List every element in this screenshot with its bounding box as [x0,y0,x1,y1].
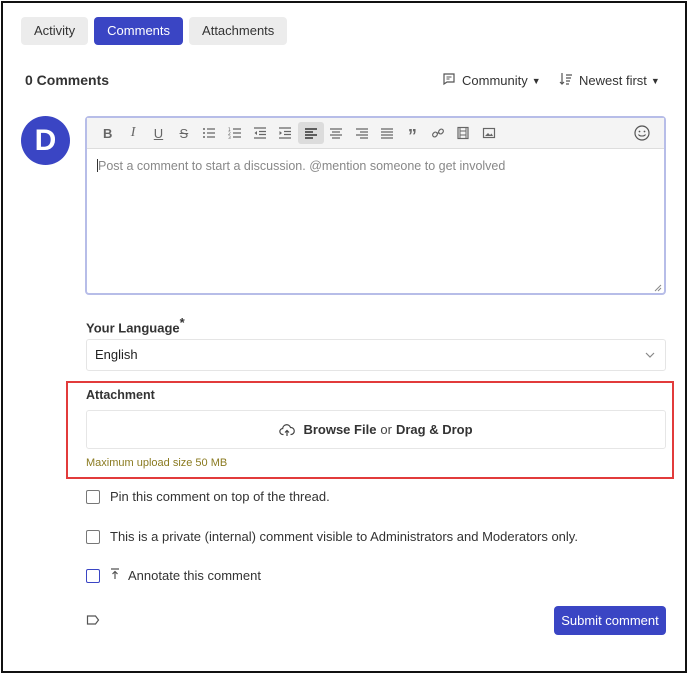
annotate-comment-label: Annotate this comment [128,568,261,583]
private-comment-checkbox[interactable] [86,529,100,544]
avatar: D [21,116,70,165]
private-comment-label: This is a private (internal) comment vis… [110,529,578,544]
outdent-icon[interactable] [247,122,272,144]
align-left-icon[interactable] [298,122,324,144]
quote-icon[interactable]: ” [400,122,425,145]
or-text: or [380,422,392,437]
image-icon[interactable] [476,122,501,144]
private-comment-option: This is a private (internal) comment vis… [86,529,578,544]
sort-filter-label: Newest first [579,73,647,88]
pin-comment-option: Pin this comment on top of the thread. [86,489,330,504]
comment-placeholder: Post a comment to start a discussion. @m… [98,159,506,173]
indent-icon[interactable] [273,122,298,144]
sort-icon [559,72,573,89]
language-label: Your Language* [86,315,185,336]
editor-toolbar: B I U S 123 ” [87,118,664,149]
svg-text:3: 3 [228,135,231,140]
caret-down-icon: ▼ [650,75,660,86]
chevron-down-icon [645,352,655,358]
sort-filter-dropdown[interactable]: Newest first ▼ [559,72,660,89]
bullet-list-icon[interactable] [197,122,222,144]
caret-down-icon: ▼ [531,75,541,86]
link-icon[interactable] [425,122,450,144]
comment-input[interactable]: Post a comment to start a discussion. @m… [87,149,664,294]
cloud-upload-icon [279,423,296,436]
pin-comment-checkbox[interactable] [86,489,100,504]
bold-icon[interactable]: B [95,122,120,144]
comments-count: 0 Comments [25,72,110,88]
underline-icon[interactable]: U [146,122,171,144]
media-icon[interactable] [450,122,475,144]
tab-comments[interactable]: Comments [94,17,184,45]
tag-icon[interactable] [86,613,100,627]
annotate-comment-checkbox[interactable] [86,568,100,583]
upload-size-hint: Maximum upload size 50 MB [86,457,228,469]
tab-attachments[interactable]: Attachments [189,17,288,45]
annotate-comment-option: Annotate this comment [86,568,261,583]
strikethrough-icon[interactable]: S [171,122,196,144]
tab-activity[interactable]: Activity [21,17,89,45]
align-right-icon[interactable] [349,122,374,144]
align-center-icon[interactable] [324,122,349,144]
comment-bubble-icon [442,72,456,89]
emoji-icon[interactable] [632,123,652,143]
attachment-label: Attachment [86,388,155,402]
tab-bar: Activity Comments Attachments [21,17,288,45]
submit-comment-button[interactable]: Submit comment [554,606,666,635]
visibility-filter-dropdown[interactable]: Community ▼ [442,72,541,89]
justify-icon[interactable] [374,122,399,144]
drag-drop-text: Drag & Drop [395,422,473,437]
required-mark: * [179,315,185,330]
pin-comment-label: Pin this comment on top of the thread. [110,489,330,504]
comment-editor: B I U S 123 ” Post a comment to start a … [85,116,666,295]
browse-file-link[interactable]: Browse File [303,422,376,437]
resize-handle-icon[interactable] [654,284,662,292]
visibility-filter-label: Community [462,73,528,88]
language-select[interactable]: English [86,339,666,371]
language-value: English [95,347,138,362]
italic-icon[interactable]: I [120,122,145,144]
file-drop-zone[interactable]: Browse File or Drag & Drop [86,410,666,449]
numbered-list-icon[interactable]: 123 [222,122,247,144]
upload-arrow-icon [110,568,120,583]
